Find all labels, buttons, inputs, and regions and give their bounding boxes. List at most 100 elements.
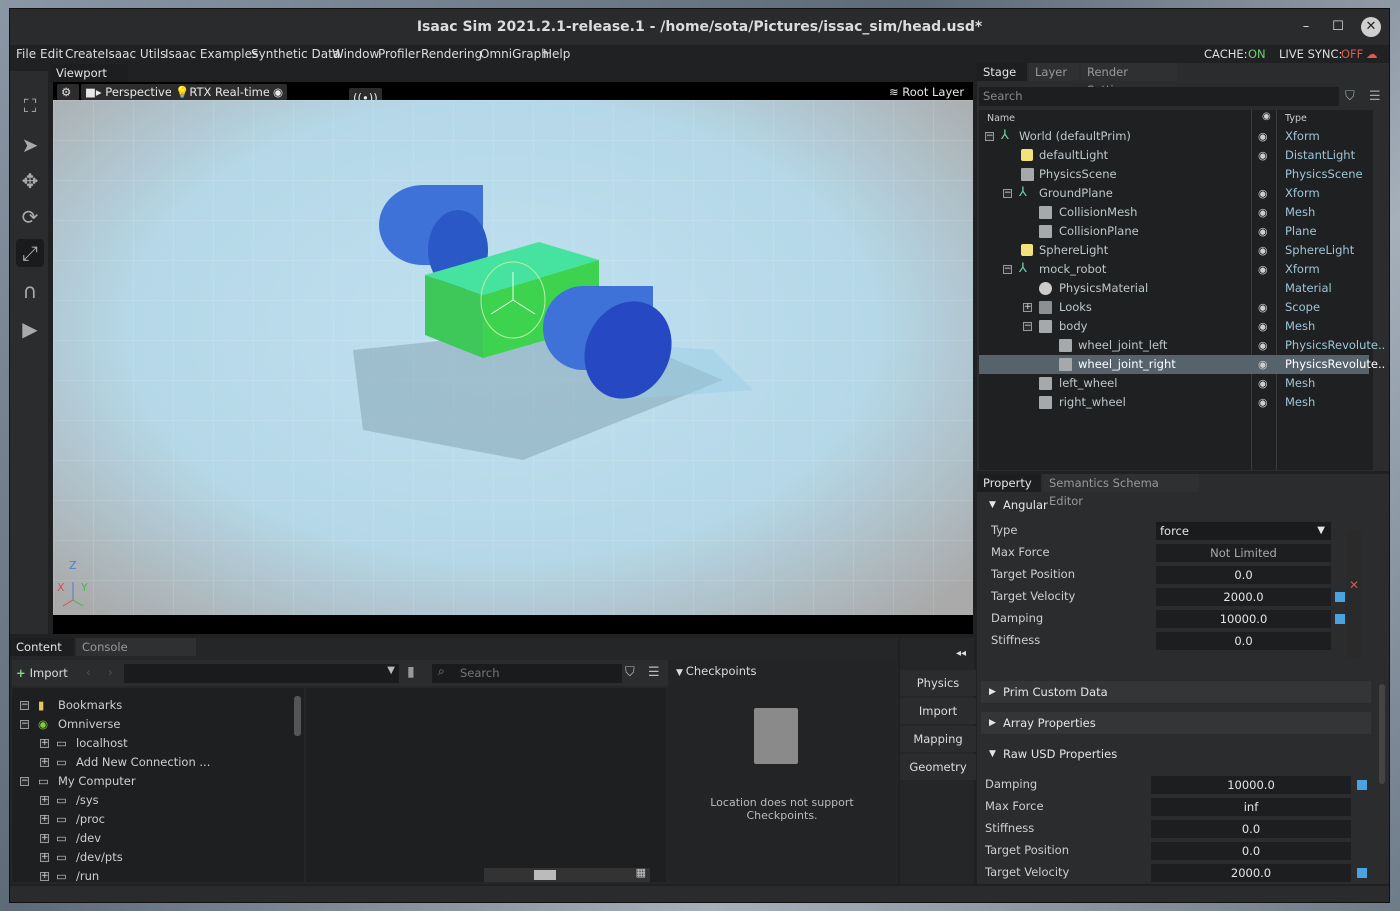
settings-icon[interactable]: ⚙ xyxy=(57,84,79,100)
grid-view-icon[interactable]: ▦ xyxy=(636,866,646,879)
renderer-menu[interactable]: 💡RTX Real-time xyxy=(171,84,274,100)
minimize-button[interactable]: – xyxy=(1296,17,1316,37)
menu-isaac-examples[interactable]: Isaac Examples xyxy=(165,47,258,61)
viewport[interactable]: ⚙ ■▸ Perspective 💡RTX Real-time ◉ ((•)) … xyxy=(53,82,973,634)
visibility-icon[interactable]: ◉ xyxy=(1258,241,1268,260)
visibility-icon[interactable]: ◉ xyxy=(1258,146,1268,165)
tab-console[interactable]: Console xyxy=(76,638,196,656)
prim-row[interactable]: CollisionPlane ◉ Plane xyxy=(979,222,1369,241)
back-icon[interactable]: ‹ xyxy=(86,665,91,679)
pointer-icon[interactable]: ➤ xyxy=(16,131,44,159)
prim-row[interactable]: − ⅄ GroundPlane ◉ Xform xyxy=(979,184,1369,203)
menu-create[interactable]: Create xyxy=(65,47,105,61)
cache-value[interactable]: ON xyxy=(1248,47,1266,61)
tab-semantics-schema-editor[interactable]: Semantics Schema Editor xyxy=(1043,474,1199,508)
damping-modified-icon[interactable] xyxy=(1335,614,1345,624)
damping-field[interactable]: 10000.0 xyxy=(1156,610,1331,628)
visibility-icon[interactable]: ◉ xyxy=(1258,298,1268,317)
prim-row[interactable]: left_wheel ◉ Mesh xyxy=(979,374,1369,393)
menu-file[interactable]: File xyxy=(16,47,36,61)
prim-row[interactable]: + Looks ◉ Scope xyxy=(979,298,1369,317)
property-scrollbar[interactable] xyxy=(1379,684,1385,784)
prim-row[interactable]: − body ◉ Mesh xyxy=(979,317,1369,336)
prim-row[interactable]: wheel_joint_left ◉ PhysicsRevolute.. xyxy=(979,336,1385,355)
prim-row[interactable]: defaultLight ◉ DistantLight xyxy=(979,146,1369,165)
select-icon[interactable]: ⛶ xyxy=(16,93,44,121)
snap-icon[interactable]: ∩ xyxy=(16,277,44,305)
zoom-slider[interactable]: ▦ xyxy=(484,866,650,882)
visibility-icon[interactable]: ◉ xyxy=(1258,222,1268,241)
menu-profiler[interactable]: Profiler xyxy=(378,47,420,61)
import-button[interactable]: + Import xyxy=(16,664,68,682)
target-velocity-field[interactable]: 2000.0 xyxy=(1156,588,1331,606)
file-grid[interactable]: ▦ xyxy=(306,688,666,882)
type-dropdown[interactable]: force ▼ xyxy=(1156,522,1331,540)
tab-render-settings[interactable]: Render Settings xyxy=(1081,63,1177,97)
prim-custom-data-section[interactable]: ▶ Prim Custom Data xyxy=(981,681,1371,703)
zoom-slider-handle[interactable] xyxy=(534,870,556,880)
options-icon[interactable]: ☰ xyxy=(648,665,660,680)
array-properties-section[interactable]: ▶ Array Properties xyxy=(981,712,1371,734)
scale-icon[interactable]: ⤢ xyxy=(16,239,44,267)
visibility-icon[interactable]: ◉ xyxy=(1258,355,1268,374)
raw-stiffness-field[interactable]: 0.0 xyxy=(1151,820,1351,838)
tab-property[interactable]: Property xyxy=(977,474,1041,492)
col-name-header[interactable]: Name xyxy=(987,113,1015,124)
forward-icon[interactable]: › xyxy=(108,665,113,679)
raw-usd-properties-section[interactable]: ▼ Raw USD Properties xyxy=(981,743,1371,765)
prim-row[interactable]: − ⅄ mock_robot ◉ Xform xyxy=(979,260,1369,279)
tab-content[interactable]: Content xyxy=(10,638,74,656)
angular-section-header[interactable]: ▼ Angular xyxy=(981,494,1371,516)
raw-damping-field[interactable]: 10000.0 xyxy=(1151,776,1351,794)
eye-icon[interactable]: ◉ xyxy=(269,84,288,100)
visibility-icon[interactable]: ◉ xyxy=(1258,184,1268,203)
col-type-header[interactable]: Type xyxy=(1285,113,1307,124)
maximize-button[interactable]: ☐ xyxy=(1328,17,1348,37)
visibility-icon[interactable]: ◉ xyxy=(1258,260,1268,279)
visibility-icon[interactable]: ◉ xyxy=(1258,203,1268,222)
scene-render[interactable]: Z X Y xyxy=(53,100,973,615)
menu-rendering[interactable]: Rendering xyxy=(421,47,482,61)
physics-button[interactable]: Physics xyxy=(900,670,976,696)
menu-window[interactable]: Window xyxy=(332,47,379,61)
import-side-button[interactable]: Import xyxy=(900,698,976,724)
target-velocity-modified-icon[interactable] xyxy=(1335,592,1345,602)
collapse-icon[interactable]: ◂◂ xyxy=(956,648,966,659)
prim-row[interactable]: − ⅄ World (defaultPrim) ◉ Xform xyxy=(979,127,1369,146)
max-force-field[interactable]: Not Limited xyxy=(1156,544,1331,562)
close-button[interactable]: ✕ xyxy=(1361,17,1381,37)
geometry-button[interactable]: Geometry xyxy=(900,754,976,780)
prim-row[interactable]: CollisionMesh ◉ Mesh xyxy=(979,203,1369,222)
menu-omnigraph[interactable]: OmniGraph xyxy=(480,47,549,61)
raw-target-position-field[interactable]: 0.0 xyxy=(1151,842,1351,860)
menu-isaac-utils[interactable]: Isaac Utils xyxy=(105,47,166,61)
rotate-icon[interactable]: ⟳ xyxy=(16,203,44,231)
raw-target-velocity-modified-icon[interactable] xyxy=(1357,868,1367,878)
menu-help[interactable]: Help xyxy=(543,47,570,61)
menu-edit[interactable]: Edit xyxy=(40,47,63,61)
tree-scrollbar[interactable] xyxy=(294,696,301,736)
visibility-icon[interactable]: ◉ xyxy=(1258,336,1268,355)
bookmark-icon[interactable]: ▮ xyxy=(407,664,415,680)
prim-row[interactable]: right_wheel ◉ Mesh xyxy=(979,393,1369,412)
root-layer-button[interactable]: ≋ Root Layer xyxy=(885,84,968,100)
visibility-icon[interactable]: ◉ xyxy=(1258,317,1268,336)
stiffness-field[interactable]: 0.0 xyxy=(1156,632,1331,650)
visibility-icon[interactable]: ◉ xyxy=(1258,393,1268,412)
camera-menu[interactable]: ■▸ Perspective xyxy=(81,84,176,100)
prim-row-selected[interactable]: wheel_joint_right ◉ PhysicsRevolute.. xyxy=(979,355,1385,374)
target-position-field[interactable]: 0.0 xyxy=(1156,566,1331,584)
remove-icon[interactable]: ✕ xyxy=(1349,578,1359,592)
filter-icon[interactable]: ⛉ xyxy=(625,665,635,680)
move-icon[interactable]: ✥ xyxy=(16,167,44,195)
options-icon[interactable]: ☰ xyxy=(1369,89,1381,104)
raw-damping-modified-icon[interactable] xyxy=(1357,780,1367,790)
tab-layer[interactable]: Layer xyxy=(1029,63,1079,81)
play-icon[interactable]: ▶ xyxy=(16,315,44,343)
filter-icon[interactable]: ⛉ xyxy=(1345,89,1355,104)
visibility-icon[interactable]: ◉ xyxy=(1258,374,1268,393)
menu-synthetic-data[interactable]: Synthetic Data xyxy=(251,47,340,61)
checkpoints-header[interactable]: ▼ Checkpoints xyxy=(676,664,757,678)
content-search-input[interactable]: Search xyxy=(432,664,622,683)
tab-viewport[interactable]: Viewport xyxy=(50,64,128,82)
